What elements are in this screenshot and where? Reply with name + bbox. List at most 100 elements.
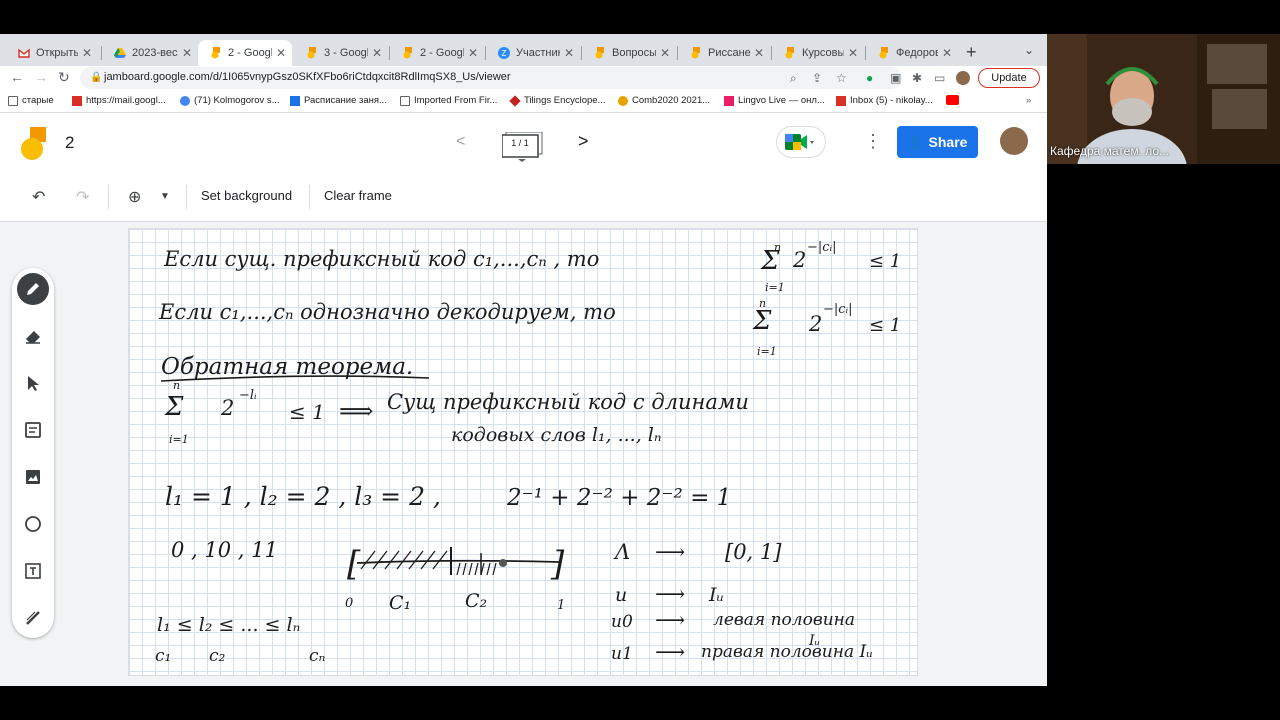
close-icon[interactable]: ✕ xyxy=(468,46,478,60)
board-line-3a: Сущ префиксный код с длинами xyxy=(387,390,749,414)
eraser-tool[interactable] xyxy=(17,320,49,352)
document-title[interactable]: 2 xyxy=(65,133,74,153)
sticky-note-tool[interactable] xyxy=(17,414,49,446)
clear-frame-button[interactable]: Clear frame xyxy=(324,188,392,203)
share-page-icon[interactable]: ⇪ xyxy=(812,71,822,85)
close-icon[interactable]: ✕ xyxy=(848,46,858,60)
forward-icon[interactable]: → xyxy=(34,69,48,85)
bookmark-item[interactable]: https://mail.googl... xyxy=(72,95,166,106)
lock-icon: 🔒 xyxy=(90,72,103,83)
tab-label: 2023-весн xyxy=(132,47,178,59)
undo-icon[interactable]: ↶ xyxy=(32,187,45,207)
chevron-right-icon[interactable]: > xyxy=(578,131,589,152)
bookmark-item[interactable]: Inbox (5) - nikolay... xyxy=(836,95,933,106)
tab-jamboard[interactable]: 2 - Google ✕ xyxy=(390,40,484,66)
account-avatar[interactable] xyxy=(1000,127,1028,155)
gmail-icon xyxy=(72,95,82,106)
pen-tool[interactable] xyxy=(17,273,49,305)
close-icon[interactable]: ✕ xyxy=(182,46,192,60)
zoom-icon[interactable]: ⊕ xyxy=(128,187,141,207)
grammarly-icon[interactable]: ● xyxy=(866,71,873,85)
share-button[interactable]: 👤 Share xyxy=(897,126,978,158)
address-bar[interactable]: 🔒 jamboard.google.com/d/1I065vnypGsz0SKf… xyxy=(80,67,902,89)
more-bookmarks-icon[interactable]: » xyxy=(1026,95,1031,106)
tab-jamboard[interactable]: 3 - Google ✕ xyxy=(294,40,388,66)
meet-button[interactable] xyxy=(776,126,826,158)
close-icon[interactable]: ✕ xyxy=(82,46,92,60)
order-code-1: c₁ xyxy=(155,646,171,666)
bookmark-folder[interactable]: старые xyxy=(8,95,54,106)
bookmark-folder[interactable]: Imported From Fir... xyxy=(400,95,497,106)
app-header: 2 < 1 / 1 > ⋮ 👤 Share xyxy=(0,113,1047,173)
tab-zoom[interactable]: Z Участник ✕ xyxy=(486,40,580,66)
bookmark-label: Tilings Encyclope... xyxy=(524,95,606,106)
sum-top: n xyxy=(173,379,180,392)
frame-toolbar: ↶ ↷ ⊕ ▼ Set background Clear frame xyxy=(0,173,1047,222)
svg-text:Z: Z xyxy=(502,49,507,58)
kraft-sum-example: 2⁻¹ + 2⁻² + 2⁻² = 1 xyxy=(506,485,731,511)
tab-drive[interactable]: 2023-весн ✕ xyxy=(102,40,198,66)
jamboard-icon xyxy=(691,47,700,59)
chevron-down-icon[interactable]: ⌄ xyxy=(1024,43,1034,57)
sidepanel-icon[interactable]: ▭ xyxy=(934,71,945,85)
share-label: Share xyxy=(928,134,968,150)
tab-jamboard[interactable]: Вопросы - ✕ xyxy=(582,40,676,66)
close-icon[interactable]: ✕ xyxy=(660,46,670,60)
bookmark-label: Расписание заня... xyxy=(304,95,387,106)
people-icon xyxy=(180,95,190,106)
chevron-left-icon[interactable]: < xyxy=(456,133,465,151)
bookmark-item[interactable]: Tilings Encyclope... xyxy=(509,94,606,107)
tab-gmail[interactable]: Открытые ✕ xyxy=(6,40,98,66)
tab-strip: Открытые ✕ 2023-весн ✕ 2 - Google ✕ 3 - … xyxy=(0,34,1047,66)
jamboard-icon xyxy=(307,47,316,59)
close-icon[interactable]: ✕ xyxy=(942,46,952,60)
frame-counter[interactable]: 1 / 1 xyxy=(501,131,544,162)
set-background-button[interactable]: Set background xyxy=(201,188,292,203)
tab-jamboard-active[interactable]: 2 - Google ✕ xyxy=(198,40,292,66)
implies-arrow: ⟹ xyxy=(339,397,373,425)
more-vert-icon[interactable]: ⋮ xyxy=(864,131,882,152)
profile-avatar[interactable] xyxy=(956,71,970,85)
tab-jamboard[interactable]: Федоров - ✕ xyxy=(866,40,958,66)
new-tab-icon[interactable]: + xyxy=(966,42,977,63)
meet-icon xyxy=(785,134,814,150)
tab-label: 2 - Google xyxy=(420,47,464,59)
image-tool[interactable] xyxy=(17,461,49,493)
shape-tool[interactable] xyxy=(17,508,49,540)
bookmark-label: Inbox (5) - nikolay... xyxy=(850,95,933,106)
bookmark-item[interactable] xyxy=(946,95,963,105)
chevron-down-icon[interactable]: ▼ xyxy=(160,191,170,202)
select-tool[interactable] xyxy=(17,367,49,399)
bookmark-item[interactable]: Comb2020 2021... xyxy=(618,95,710,106)
close-icon[interactable]: ✕ xyxy=(372,46,382,60)
extension-icon[interactable]: ▣ xyxy=(890,71,901,85)
tab-label: Федоров - xyxy=(896,47,938,59)
close-icon[interactable]: ✕ xyxy=(564,46,574,60)
whiteboard-frame[interactable]: Если сущ. префиксный код c₁,...,cₙ , то … xyxy=(128,228,918,676)
sum-bottom: i=1 xyxy=(169,433,189,446)
tab-jamboard[interactable]: Курсовые ✕ xyxy=(772,40,864,66)
tab-jamboard[interactable]: Риссанен ✕ xyxy=(678,40,770,66)
text-box-tool[interactable] xyxy=(17,555,49,587)
bookmark-item[interactable]: Расписание заня... xyxy=(290,95,387,106)
close-icon[interactable]: ✕ xyxy=(754,46,764,60)
update-button[interactable]: Update xyxy=(978,68,1040,88)
redo-icon[interactable]: ↷ xyxy=(76,187,89,207)
back-icon[interactable]: ← xyxy=(10,69,24,85)
star-icon[interactable]: ☆ xyxy=(836,71,847,85)
inequality: ≤ 1 xyxy=(289,400,325,424)
zoom-lens-icon[interactable]: ⌕ xyxy=(790,71,797,86)
power-exponent: −|cᵢ| xyxy=(807,240,837,255)
text-box-icon xyxy=(25,563,41,579)
laser-tool[interactable] xyxy=(17,602,49,634)
bookmark-item[interactable]: (71) Kolmogorov s... xyxy=(180,95,280,106)
puzzle-icon[interactable]: ✱ xyxy=(912,71,922,85)
reload-icon[interactable]: ↻ xyxy=(58,69,70,86)
bookmark-label: https://mail.googl... xyxy=(86,95,166,106)
segment-label-c2: C₂ xyxy=(465,590,487,612)
hatching-c1 xyxy=(360,550,448,570)
board-line-3b: кодовых слов l₁, ..., lₙ xyxy=(451,424,662,446)
bookmark-item[interactable]: Lingvo Live — онл... xyxy=(724,95,825,106)
close-icon[interactable]: ✕ xyxy=(276,46,286,60)
power-base: 2 xyxy=(808,312,822,336)
